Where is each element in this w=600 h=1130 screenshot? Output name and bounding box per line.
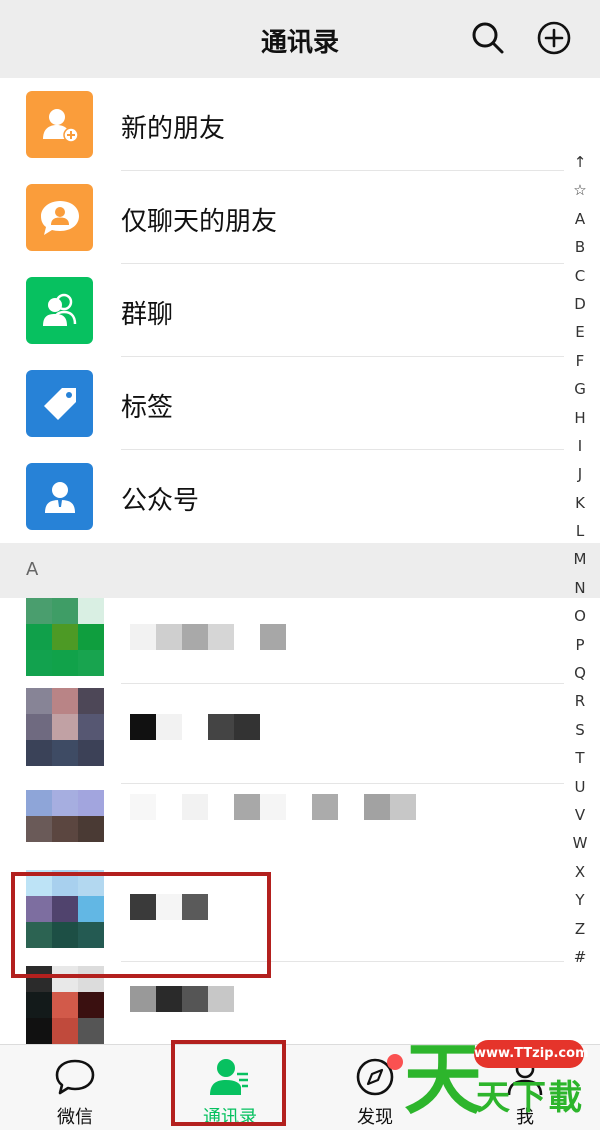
chat-bubble-icon <box>55 1059 95 1095</box>
function-label: 标签 <box>121 393 174 423</box>
watermark-glyph: 天 <box>404 1035 483 1125</box>
index-letter[interactable]: K <box>568 489 592 517</box>
new-friends-row[interactable]: 新的朋友 <box>0 78 600 171</box>
index-letter[interactable]: B <box>568 233 592 261</box>
chat-only-friends-row[interactable]: 仅聊天的朋友 <box>0 171 600 264</box>
index-letter[interactable]: # <box>568 943 592 971</box>
index-letter[interactable]: M <box>568 545 592 573</box>
index-letter[interactable]: ☆ <box>568 176 592 204</box>
notification-badge <box>387 1054 403 1070</box>
index-letter[interactable]: V <box>568 801 592 829</box>
contact-name <box>130 794 416 820</box>
watermark-logo: 天 www.TTzip.com 天下載 <box>404 1030 600 1130</box>
function-label: 仅聊天的朋友 <box>121 207 278 237</box>
contact-name <box>130 624 286 650</box>
index-letter[interactable]: Z <box>568 915 592 943</box>
top-navigation-bar: 通讯录 <box>0 0 600 78</box>
index-letter[interactable]: X <box>568 858 592 886</box>
contact-row[interactable] <box>0 598 600 684</box>
tag-icon <box>26 370 93 437</box>
contact-name <box>130 986 234 1012</box>
highlight-box <box>171 1040 286 1126</box>
contact-row[interactable] <box>0 784 600 862</box>
tags-row[interactable]: 标签 <box>0 357 600 450</box>
index-letter[interactable]: I <box>568 432 592 460</box>
index-letter[interactable]: U <box>568 773 592 801</box>
avatar <box>26 688 104 766</box>
section-header: A <box>0 543 600 598</box>
add-friend-icon <box>26 91 93 158</box>
watermark-url: www.TTzip.com <box>474 1040 589 1068</box>
official-account-icon <box>26 463 93 530</box>
index-letter[interactable]: S <box>568 716 592 744</box>
index-letter[interactable]: N <box>568 574 592 602</box>
page-title: 通讯录 <box>260 28 339 58</box>
official-accounts-row[interactable]: 公众号 <box>0 450 600 543</box>
group-chats-row[interactable]: 群聊 <box>0 264 600 357</box>
index-letter[interactable]: L <box>568 517 592 545</box>
index-letter[interactable]: Y <box>568 886 592 914</box>
contact-name <box>130 714 260 740</box>
avatar <box>26 598 104 676</box>
index-letter[interactable]: P <box>568 631 592 659</box>
contact-row[interactable] <box>0 684 600 784</box>
search-icon[interactable] <box>468 18 508 58</box>
index-letter[interactable]: O <box>568 602 592 630</box>
watermark-text: 天下載 <box>476 1078 584 1118</box>
index-letter[interactable]: D <box>568 290 592 318</box>
index-letter[interactable]: ↑ <box>568 148 592 176</box>
section-letter: A <box>26 559 39 580</box>
index-letter[interactable]: W <box>568 829 592 857</box>
group-chat-icon <box>26 277 93 344</box>
function-label: 群聊 <box>121 300 174 330</box>
index-letter[interactable]: A <box>568 205 592 233</box>
alphabet-index-bar[interactable]: ↑ ☆ A B C D E F G H I J K L M N O P Q R S T U V W X Y Z # <box>568 148 592 971</box>
index-letter[interactable]: C <box>568 262 592 290</box>
index-letter[interactable]: R <box>568 687 592 715</box>
function-list: 新的朋友 仅聊天的朋友 群聊 标签 公众号 <box>0 78 600 543</box>
tab-label: 微信 <box>57 1107 93 1128</box>
tab-chats[interactable]: 微信 <box>25 1045 125 1130</box>
index-letter[interactable]: T <box>568 744 592 772</box>
index-letter[interactable]: J <box>568 460 592 488</box>
index-letter[interactable]: F <box>568 347 592 375</box>
chat-only-friend-icon <box>26 184 93 251</box>
highlight-box <box>11 872 271 978</box>
function-label: 公众号 <box>121 486 200 516</box>
function-label: 新的朋友 <box>121 114 226 144</box>
index-letter[interactable]: H <box>568 404 592 432</box>
index-letter[interactable]: Q <box>568 659 592 687</box>
avatar <box>26 790 104 842</box>
index-letter[interactable]: G <box>568 375 592 403</box>
add-circle-icon[interactable] <box>534 18 574 58</box>
index-letter[interactable]: E <box>568 318 592 346</box>
